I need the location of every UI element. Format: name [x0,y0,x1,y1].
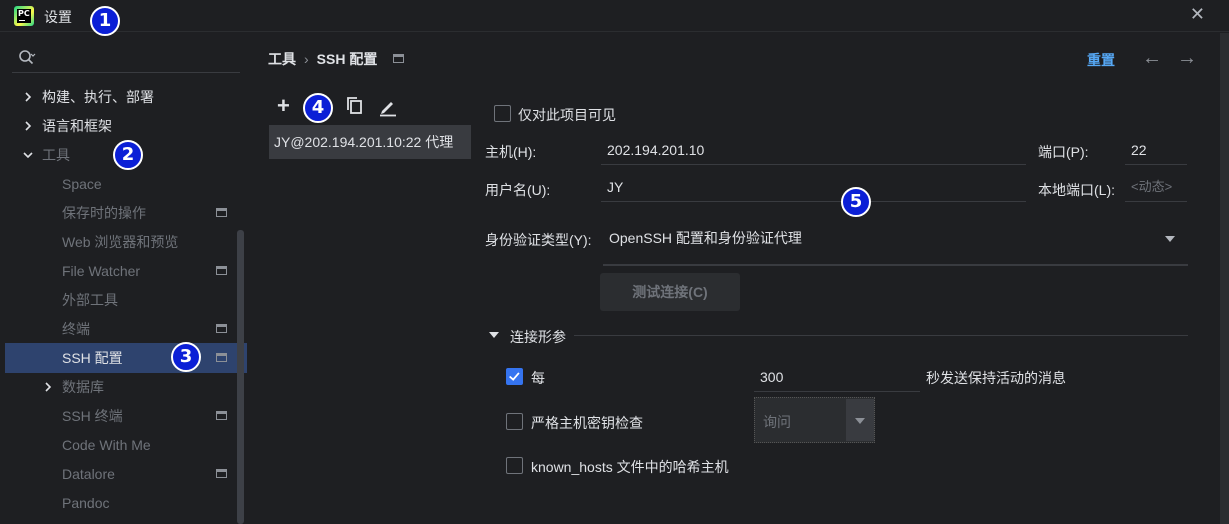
breadcrumb-root[interactable]: 工具 [268,51,296,67]
annotation-badge-5: 5 [841,187,871,217]
chevron-right-icon[interactable] [23,92,33,102]
sidebar-item-ssh-terminal[interactable]: SSH 终端 [62,402,123,430]
sidebar-item-build[interactable]: 构建、执行、部署 [42,83,154,111]
pycharm-logo-icon: PC [14,6,34,26]
section-collapse-icon[interactable] [488,330,500,340]
check-icon [509,372,520,381]
sidebar-item-tools[interactable]: 工具 [42,141,70,169]
project-settings-icon [216,411,227,420]
keepalive-label: 每 [531,370,545,386]
sidebar-item-file-watcher[interactable]: File Watcher [62,257,140,285]
keepalive-suffix: 秒发送保持活动的消息 [926,370,1066,386]
sidebar-item-web-browsers[interactable]: Web 浏览器和预览 [62,228,178,256]
chevron-down-icon[interactable] [23,150,33,160]
annotation-badge-4: 4 [303,93,333,123]
auth-type-label: 身份验证类型(Y): [485,232,592,248]
sidebar-item-space[interactable]: Space [62,170,102,198]
sidebar-item-code-with-me[interactable]: Code With Me [62,431,151,459]
logo-text: PC [17,9,31,23]
project-settings-icon [216,208,227,217]
sidebar-item-languages[interactable]: 语言和框架 [42,112,112,140]
right-edge-stripe [1220,33,1229,524]
project-settings-icon [216,353,227,362]
back-arrow-icon[interactable]: ← [1142,47,1162,70]
strict-host-key-label: 严格主机密钥检查 [531,415,643,431]
breadcrumb-current: SSH 配置 [316,51,378,67]
connection-params-heading[interactable]: 连接形参 [510,327,566,347]
strict-dropdown-button[interactable] [846,399,874,441]
keepalive-checkbox[interactable] [506,368,523,385]
close-icon[interactable]: ✕ [1190,4,1205,25]
auth-type-value: OpenSSH 配置和身份验证代理 [609,230,802,246]
add-icon[interactable]: + [277,95,299,117]
ssh-config-item[interactable]: JY@202.194.201.10:22 代理 [269,125,471,159]
reset-link[interactable]: 重置 [1087,50,1115,70]
test-connection-button[interactable]: 测试连接(C) [600,273,740,311]
host-input[interactable]: 202.194.201.10 [601,135,1026,165]
auth-type-select[interactable]: OpenSSH 配置和身份验证代理 [603,222,1188,266]
username-input[interactable]: JY [601,172,1026,202]
window-title: 设置 [44,9,72,25]
selected-row-highlight [5,343,247,373]
search-icon [19,50,36,65]
project-settings-icon [216,324,227,333]
title-bar: PC 设置 ✕ [0,0,1229,32]
sidebar-item-datalore[interactable]: Datalore [62,460,115,488]
sidebar-search-input[interactable] [12,45,240,73]
forward-arrow-icon[interactable]: → [1177,47,1197,70]
annotation-badge-2: 2 [113,140,143,170]
edit-icon[interactable] [377,95,399,117]
host-label: 主机(H): [485,144,537,160]
sidebar-scrollbar[interactable] [237,230,244,524]
known-hosts-label: known_hosts 文件中的哈希主机 [531,459,729,475]
chevron-right-icon[interactable] [43,382,53,392]
sidebar-item-database[interactable]: 数据库 [62,373,104,401]
annotation-badge-3: 3 [171,342,201,372]
breadcrumb: 工具 › SSH 配置 [268,49,377,69]
keepalive-interval-input[interactable]: 300 [754,362,920,392]
visible-only-label: 仅对此项目可见 [518,107,616,123]
copy-icon[interactable] [344,95,366,117]
username-label: 用户名(U): [485,182,551,198]
port-input[interactable]: 22 [1125,135,1187,165]
ssh-config-list [268,124,471,524]
dropdown-arrow-icon [855,418,865,424]
known-hosts-checkbox[interactable] [506,457,523,474]
sidebar-item-pandoc[interactable]: Pandoc [62,489,109,517]
sidebar-item-actions-on-save[interactable]: 保存时的操作 [62,199,146,227]
strict-host-key-value: 询问 [763,414,791,430]
section-divider [574,335,1188,336]
strict-host-key-select[interactable]: 询问 [754,397,875,443]
breadcrumb-separator: › [304,51,309,67]
chevron-right-icon[interactable] [23,121,33,131]
sidebar-item-terminal[interactable]: 终端 [62,315,90,343]
local-port-label: 本地端口(L): [1038,182,1115,198]
annotation-badge-1: 1 [90,6,120,36]
port-label: 端口(P): [1038,144,1089,160]
dropdown-arrow-icon[interactable] [1164,234,1176,244]
project-settings-icon [216,469,227,478]
strict-host-key-checkbox[interactable] [506,413,523,430]
project-settings-icon [216,266,227,275]
sidebar-item-ssh-config[interactable]: SSH 配置 [62,344,123,372]
visible-only-checkbox[interactable] [494,105,511,122]
project-settings-icon [393,54,404,63]
local-port-input[interactable]: <动态> [1125,172,1187,202]
sidebar-item-external-tools[interactable]: 外部工具 [62,286,118,314]
